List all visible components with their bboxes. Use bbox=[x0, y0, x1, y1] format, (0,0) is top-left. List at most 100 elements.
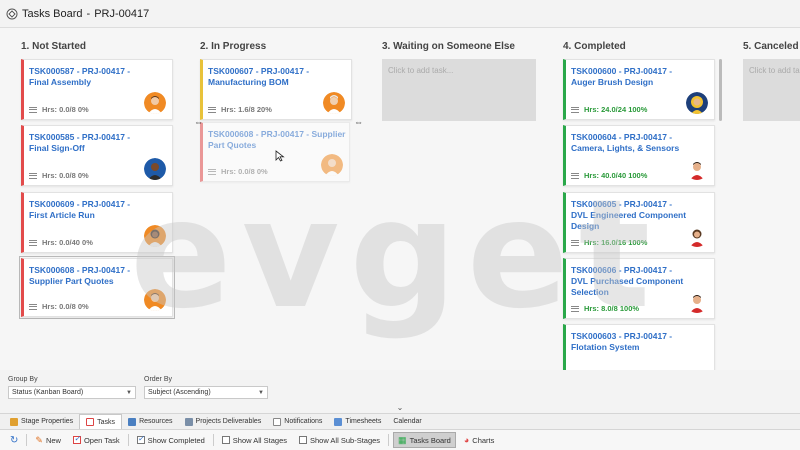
task-card-title[interactable]: TSK000608 - PRJ-00417 - Supplier Part Qu… bbox=[29, 265, 149, 287]
toolbar-divider bbox=[26, 434, 28, 446]
show-all-substages-checkbox[interactable]: Show All Sub-Stages bbox=[295, 432, 384, 448]
task-card-title[interactable]: TSK000587 - PRJ-00417 - Final Assembly bbox=[29, 66, 149, 88]
open-task-label: Open Task bbox=[83, 435, 120, 445]
avatar-blue-man bbox=[144, 158, 166, 180]
show-all-substages-label: Show All Sub-Stages bbox=[310, 435, 381, 445]
checkbox-checked-icon bbox=[136, 434, 145, 444]
avatar-orange-man bbox=[144, 289, 166, 311]
show-all-stages-checkbox[interactable]: Show All Stages bbox=[218, 432, 291, 448]
charts-label: Charts bbox=[472, 435, 495, 445]
tab-label: Calendar bbox=[393, 418, 422, 425]
task-card[interactable]: TSK000600 - PRJ-00417 - Auger Brush Desi… bbox=[563, 59, 715, 120]
add-task-placeholder[interactable]: Click to add task... bbox=[743, 59, 800, 121]
show-completed-checkbox[interactable]: Show Completed bbox=[133, 432, 209, 448]
task-card-hours: Hrs: 40.0/40 100% bbox=[584, 171, 648, 180]
checkbox-icon bbox=[221, 436, 230, 444]
order-by-select[interactable]: Subject (Ascending) ▼ bbox=[144, 386, 268, 399]
tasks-icon bbox=[86, 418, 95, 426]
tab-timesheets[interactable]: Timesheets bbox=[328, 414, 387, 430]
tab-tasks[interactable]: Tasks bbox=[79, 413, 123, 430]
board-icon: ▦ bbox=[398, 434, 407, 445]
tasks-board-label: Tasks Board bbox=[409, 435, 451, 445]
task-card-hours: Hrs: 0.0/8 0% bbox=[42, 171, 89, 180]
task-card[interactable]: TSK000606 - PRJ-00417 - DVL Purchased Co… bbox=[563, 258, 715, 319]
hours-icon bbox=[29, 239, 37, 246]
chevron-down-icon: ▼ bbox=[258, 390, 264, 396]
add-task-placeholder[interactable]: Click to add task... bbox=[382, 59, 536, 121]
task-card[interactable]: TSK000603 - PRJ-00417 - Flotation System bbox=[563, 324, 715, 370]
tab-resources[interactable]: Resources bbox=[122, 414, 178, 430]
task-card-hours: Hrs: 0.0/40 0% bbox=[42, 238, 93, 247]
title-bar: Tasks Board - PRJ-00417 bbox=[0, 0, 800, 28]
panel-splitter[interactable]: ⌄ bbox=[0, 403, 800, 413]
kanban-board: 1. Not Started TSK000587 - PRJ-00417 - F… bbox=[0, 28, 800, 370]
window-title: Tasks Board bbox=[22, 7, 83, 20]
task-card-title[interactable]: TSK000608 - PRJ-00417 - Supplier Part Qu… bbox=[208, 129, 348, 151]
column-title: 5. Canceled bbox=[743, 41, 799, 52]
hours-icon bbox=[571, 239, 579, 246]
tab-label: Projects Deliverables bbox=[195, 418, 262, 425]
tab-label: Resources bbox=[139, 418, 173, 425]
chevron-down-icon[interactable]: ⌄ bbox=[397, 403, 404, 412]
envelope-icon bbox=[273, 417, 282, 426]
task-card[interactable]: TSK000605 - PRJ-00417 - DVL Engineered C… bbox=[563, 192, 715, 253]
tab-projects-deliverables[interactable]: Projects Deliverables bbox=[179, 414, 268, 430]
refresh-button[interactable]: ↻ bbox=[6, 432, 22, 448]
task-card-title[interactable]: TSK000607 - PRJ-00417 - Manufacturing BO… bbox=[208, 66, 328, 88]
group-by-label: Group By bbox=[8, 376, 38, 383]
task-card-title[interactable]: TSK000609 - PRJ-00417 - First Article Ru… bbox=[29, 199, 149, 221]
hours-icon bbox=[29, 303, 37, 310]
avatar-red-man bbox=[686, 291, 708, 313]
column-title: 2. In Progress bbox=[200, 41, 267, 52]
task-card[interactable]: TSK000609 - PRJ-00417 - First Article Ru… bbox=[21, 192, 173, 253]
avatar-yellow-woman bbox=[686, 92, 708, 114]
column-title: 3. Waiting on Someone Else bbox=[382, 41, 515, 52]
tasks-board-button[interactable]: ▦ Tasks Board bbox=[393, 432, 456, 448]
task-card-hours: Hrs: 16.0/16 100% bbox=[584, 238, 648, 247]
task-card-title[interactable]: TSK000600 - PRJ-00417 - Auger Brush Desi… bbox=[571, 66, 691, 88]
task-card[interactable]: TSK000587 - PRJ-00417 - Final Assembly H… bbox=[21, 59, 173, 120]
charts-button[interactable]: ◕ Charts bbox=[460, 432, 499, 448]
resources-icon bbox=[128, 417, 137, 426]
tab-stage-properties[interactable]: Stage Properties bbox=[4, 414, 79, 430]
toolbar-divider bbox=[388, 434, 390, 446]
task-card-title[interactable]: TSK000603 - PRJ-00417 - Flotation System bbox=[571, 331, 691, 353]
tab-notifications[interactable]: Notifications bbox=[267, 414, 328, 430]
task-card[interactable]: TSK000607 - PRJ-00417 - Manufacturing BO… bbox=[200, 59, 352, 120]
task-card[interactable]: TSK000585 - PRJ-00417 - Final Sign-Off H… bbox=[21, 125, 173, 186]
open-task-button[interactable]: Open Task bbox=[69, 432, 124, 448]
new-button-label: New bbox=[45, 435, 61, 445]
task-card[interactable]: TSK000608 - PRJ-00417 - Supplier Part Qu… bbox=[21, 258, 173, 317]
column-title: 1. Not Started bbox=[21, 41, 87, 52]
deliverables-icon bbox=[184, 417, 193, 426]
column-scrollbar[interactable] bbox=[719, 59, 722, 121]
task-card-hours: Hrs: 0.0/8 0% bbox=[42, 302, 89, 311]
tab-strip: Stage Properties Tasks Resources Project… bbox=[0, 413, 800, 430]
mouse-cursor-icon bbox=[275, 150, 285, 162]
task-card-title[interactable]: TSK000605 - PRJ-00417 - DVL Engineered C… bbox=[571, 199, 691, 232]
task-card[interactable]: TSK000604 - PRJ-00417 - Camera, Lights, … bbox=[563, 125, 715, 186]
column-canceled: 5. Canceled Click to add task... bbox=[743, 28, 800, 370]
group-by-select[interactable]: Status (Kanban Board) ▼ bbox=[8, 386, 136, 399]
open-task-icon bbox=[72, 434, 81, 444]
title-separator: - bbox=[86, 7, 91, 20]
order-by-label: Order By bbox=[144, 376, 173, 383]
task-card-title[interactable]: TSK000604 - PRJ-00417 - Camera, Lights, … bbox=[571, 132, 691, 154]
task-card-title[interactable]: TSK000585 - PRJ-00417 - Final Sign-Off bbox=[29, 132, 149, 154]
refresh-icon: ↻ bbox=[10, 434, 19, 446]
column-not-started: 1. Not Started TSK000587 - PRJ-00417 - F… bbox=[19, 28, 201, 370]
hours-icon bbox=[208, 168, 216, 175]
task-card-hours: Hrs: 8.0/8 100% bbox=[584, 304, 640, 313]
new-button[interactable]: ✎ New bbox=[31, 432, 65, 448]
group-by-value: Status (Kanban Board) bbox=[12, 389, 84, 396]
kanban-board-icon bbox=[6, 8, 18, 19]
order-by-value: Subject (Ascending) bbox=[148, 389, 211, 396]
avatar-red-man bbox=[686, 158, 708, 180]
hours-icon bbox=[29, 106, 37, 113]
toolbar: ↻ ✎ New Open Task Show Completed Show Al… bbox=[0, 429, 800, 450]
chevron-down-icon: ▼ bbox=[126, 390, 132, 396]
tab-calendar[interactable]: Calendar bbox=[387, 414, 427, 430]
filter-bar: Group By Status (Kanban Board) ▼ Order B… bbox=[0, 370, 800, 403]
pie-chart-icon: ◕ bbox=[463, 435, 470, 445]
task-card-title[interactable]: TSK000606 - PRJ-00417 - DVL Purchased Co… bbox=[571, 265, 691, 298]
